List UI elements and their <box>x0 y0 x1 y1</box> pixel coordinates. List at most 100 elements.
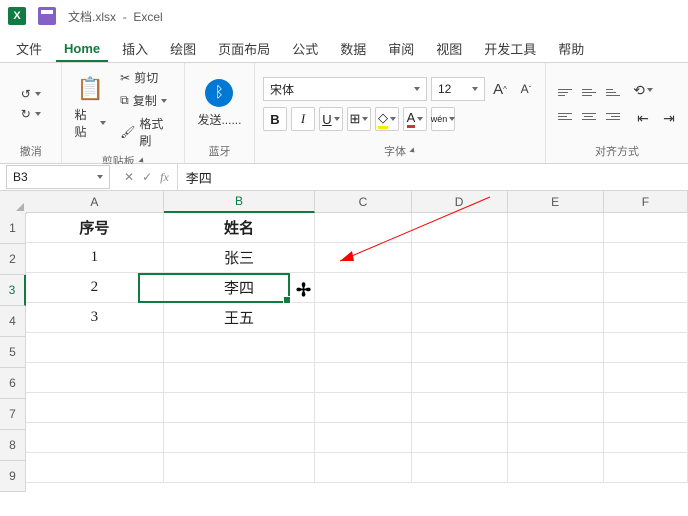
cell-B4[interactable]: 王五 <box>164 303 316 333</box>
cell-B3[interactable]: 李四 <box>164 273 316 303</box>
format-painter-button[interactable]: 🖌 格式刷 <box>116 113 176 151</box>
cell-B7[interactable] <box>164 393 316 423</box>
cell-B8[interactable] <box>164 423 316 453</box>
undo-button[interactable]: ↺ <box>17 85 45 103</box>
cell-E7[interactable] <box>508 393 604 423</box>
row-header-9[interactable]: 9 <box>0 461 26 492</box>
row-header-5[interactable]: 5 <box>0 337 26 368</box>
cell-E8[interactable] <box>508 423 604 453</box>
cell-F4[interactable] <box>604 303 688 333</box>
tab-home[interactable]: Home <box>56 37 108 62</box>
align-top-button[interactable] <box>554 81 576 103</box>
cell-F8[interactable] <box>604 423 688 453</box>
tab-dev[interactable]: 开发工具 <box>476 35 544 62</box>
cell-C1[interactable] <box>315 213 411 243</box>
cell-C5[interactable] <box>315 333 411 363</box>
row-header-4[interactable]: 4 <box>0 306 26 337</box>
tab-data[interactable]: 数据 <box>332 35 374 62</box>
font-name-select[interactable]: 宋体 <box>263 77 427 101</box>
font-color-button[interactable]: A <box>403 107 427 131</box>
column-header-B[interactable]: B <box>164 191 316 213</box>
cell-A7[interactable] <box>26 393 164 423</box>
cell-E6[interactable] <box>508 363 604 393</box>
cell-C7[interactable] <box>315 393 411 423</box>
underline-button[interactable]: U <box>319 107 343 131</box>
cell-C8[interactable] <box>315 423 411 453</box>
row-header-3[interactable]: 3 <box>0 275 26 306</box>
bold-button[interactable]: B <box>263 107 287 131</box>
cell-F6[interactable] <box>604 363 688 393</box>
column-header-C[interactable]: C <box>315 191 411 213</box>
column-header-D[interactable]: D <box>412 191 508 213</box>
phonetic-button[interactable]: wén <box>431 107 455 131</box>
cell-B1[interactable]: 姓名 <box>164 213 316 243</box>
row-header-6[interactable]: 6 <box>0 368 26 399</box>
cell-E2[interactable] <box>508 243 604 273</box>
increase-indent-button[interactable]: ⇥ <box>658 107 680 129</box>
cell-E5[interactable] <box>508 333 604 363</box>
cell-D3[interactable] <box>412 273 508 303</box>
cell-A5[interactable] <box>26 333 164 363</box>
italic-button[interactable]: I <box>291 107 315 131</box>
column-header-E[interactable]: E <box>508 191 604 213</box>
name-box[interactable]: B3 <box>6 165 110 189</box>
cut-button[interactable]: ✂ 剪切 <box>116 67 176 88</box>
align-bottom-button[interactable] <box>602 81 624 103</box>
cell-D5[interactable] <box>412 333 508 363</box>
fx-icon[interactable]: fx <box>160 170 169 185</box>
cell-C3[interactable] <box>315 273 411 303</box>
cell-C9[interactable] <box>315 453 411 483</box>
decrease-font-button[interactable]: Aˇ <box>515 78 537 100</box>
cell-D6[interactable] <box>412 363 508 393</box>
tab-review[interactable]: 审阅 <box>380 35 422 62</box>
increase-font-button[interactable]: A^ <box>489 78 511 100</box>
cell-C4[interactable] <box>315 303 411 333</box>
cell-F5[interactable] <box>604 333 688 363</box>
cell-C2[interactable] <box>315 243 411 273</box>
cancel-formula-icon[interactable]: ✕ <box>124 170 134 184</box>
cell-B5[interactable] <box>164 333 316 363</box>
font-size-select[interactable]: 12 <box>431 77 485 101</box>
tab-file[interactable]: 文件 <box>8 35 50 62</box>
cell-A6[interactable] <box>26 363 164 393</box>
cell-B2[interactable]: 张三 <box>164 243 316 273</box>
bluetooth-send-button[interactable]: 发送...... <box>193 109 245 130</box>
cell-B6[interactable] <box>164 363 316 393</box>
align-left-button[interactable] <box>554 105 576 127</box>
cell-A3[interactable]: 2 <box>26 273 164 303</box>
cell-A1[interactable]: 序号 <box>26 213 164 243</box>
cell-D9[interactable] <box>412 453 508 483</box>
cell-F1[interactable] <box>604 213 688 243</box>
select-all-corner[interactable] <box>0 191 27 214</box>
row-header-1[interactable]: 1 <box>0 213 26 244</box>
align-center-button[interactable] <box>578 105 600 127</box>
cell-F3[interactable] <box>604 273 688 303</box>
tab-formula[interactable]: 公式 <box>284 35 326 62</box>
row-header-8[interactable]: 8 <box>0 430 26 461</box>
enter-formula-icon[interactable]: ✓ <box>142 170 152 184</box>
row-header-7[interactable]: 7 <box>0 399 26 430</box>
cell-F2[interactable] <box>604 243 688 273</box>
tab-help[interactable]: 帮助 <box>550 35 592 62</box>
cell-D2[interactable] <box>412 243 508 273</box>
paste-button[interactable]: 粘贴 <box>70 104 110 142</box>
tab-draw[interactable]: 绘图 <box>162 35 204 62</box>
column-header-F[interactable]: F <box>604 191 688 213</box>
copy-button[interactable]: ⧉ 复制 <box>116 90 176 111</box>
cell-C6[interactable] <box>315 363 411 393</box>
tab-view[interactable]: 视图 <box>428 35 470 62</box>
worksheet[interactable]: ABCDEF 123456789 序号姓名1张三2李四3王五 ✢ <box>0 191 688 516</box>
border-button[interactable]: ⊞ <box>347 107 371 131</box>
column-header-A[interactable]: A <box>26 191 164 213</box>
tab-layout[interactable]: 页面布局 <box>210 35 278 62</box>
cell-E1[interactable] <box>508 213 604 243</box>
save-icon[interactable] <box>38 7 56 25</box>
tab-insert[interactable]: 插入 <box>114 35 156 62</box>
fill-color-button[interactable]: ◇ <box>375 107 399 131</box>
orientation-button[interactable]: ⟲ <box>632 79 654 101</box>
cell-E3[interactable] <box>508 273 604 303</box>
align-middle-button[interactable] <box>578 81 600 103</box>
align-right-button[interactable] <box>602 105 624 127</box>
cell-E4[interactable] <box>508 303 604 333</box>
cell-A4[interactable]: 3 <box>26 303 164 333</box>
